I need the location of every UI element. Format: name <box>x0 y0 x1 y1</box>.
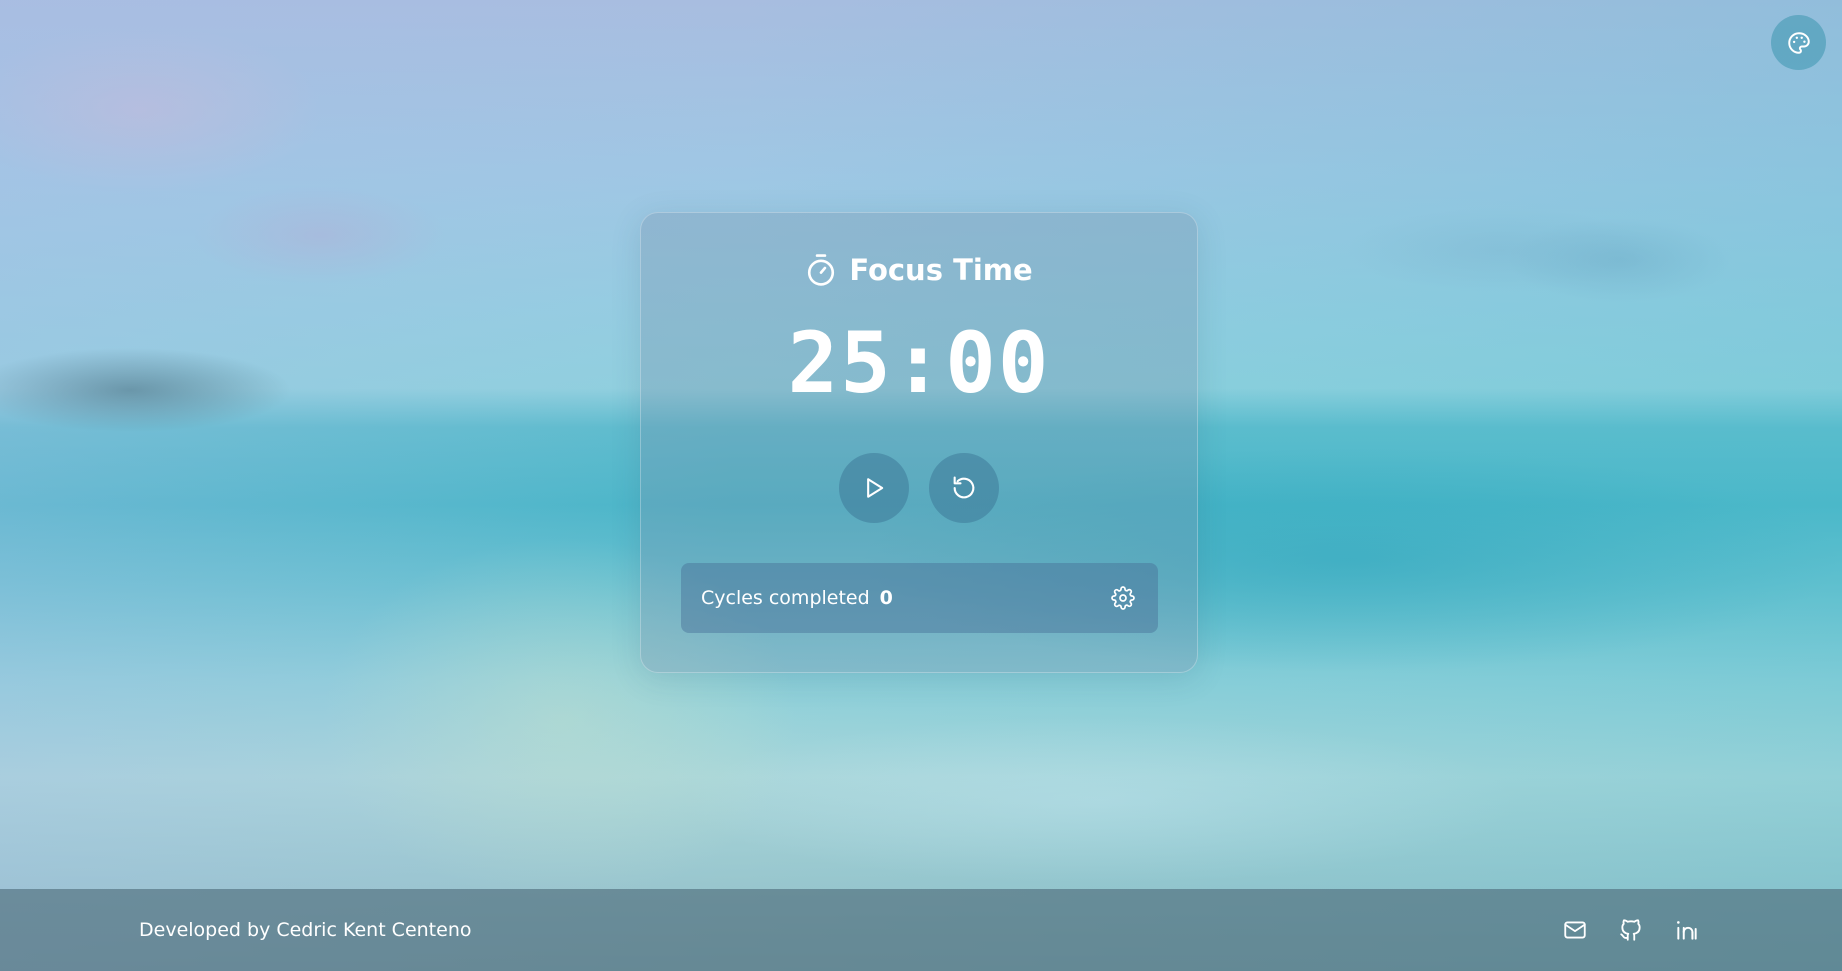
gear-icon <box>1111 586 1135 610</box>
start-button[interactable] <box>839 453 909 523</box>
page: Focus Time 25:00 Cycles completed 0 Deve… <box>0 0 1842 971</box>
github-link[interactable] <box>1616 915 1646 945</box>
footer-links <box>1560 915 1702 945</box>
linkedin-icon <box>1677 921 1697 940</box>
settings-button[interactable] <box>1108 583 1138 613</box>
card-title: Focus Time <box>849 253 1033 287</box>
timer-display: 25:00 <box>787 314 1051 412</box>
email-link[interactable] <box>1560 915 1590 945</box>
github-icon <box>1620 919 1641 941</box>
footer-credit: Developed by Cedric Kent Centeno <box>139 919 472 941</box>
cycles-label: Cycles completed <box>701 587 870 609</box>
reset-icon <box>953 476 975 499</box>
footer: Developed by Cedric Kent Centeno <box>0 889 1842 971</box>
card-header: Focus Time <box>641 253 1197 287</box>
timer-card: Focus Time 25:00 Cycles completed 0 <box>640 212 1198 673</box>
palette-icon <box>1787 31 1810 54</box>
play-icon <box>867 478 884 498</box>
theme-button[interactable] <box>1771 15 1826 70</box>
stopwatch-icon <box>808 254 835 286</box>
reset-button[interactable] <box>929 453 999 523</box>
cycles-bar: Cycles completed 0 <box>681 563 1158 633</box>
cycles-count: 0 <box>879 587 893 609</box>
timer-controls <box>641 453 1197 523</box>
mail-icon <box>1564 921 1586 939</box>
linkedin-link[interactable] <box>1672 915 1702 945</box>
